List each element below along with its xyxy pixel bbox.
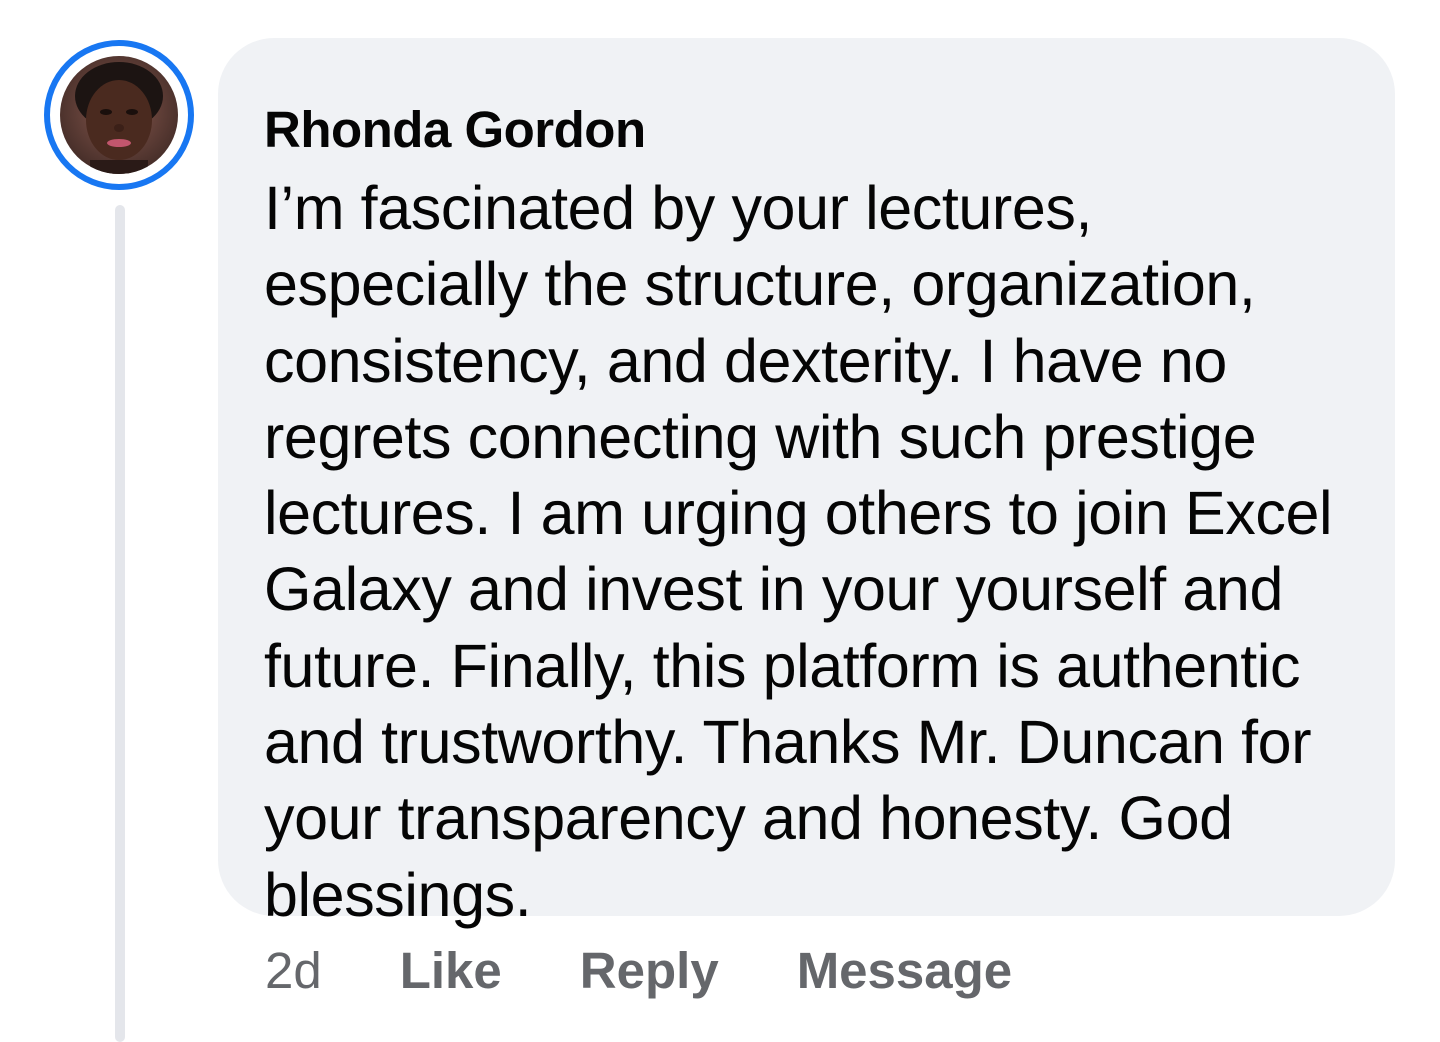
thread-line bbox=[115, 205, 125, 1042]
comment-text-line: blessings. bbox=[264, 860, 532, 929]
comment-timestamp[interactable]: 2d bbox=[265, 941, 322, 1000]
comment-text-line: future. Finally, this platform is authen… bbox=[264, 631, 1301, 700]
like-button[interactable]: Like bbox=[400, 941, 502, 1000]
message-button[interactable]: Message bbox=[797, 941, 1012, 1000]
comment-text: I’m fascinated by your lectures, especia… bbox=[264, 170, 1355, 933]
comment-text-line: your transparency and honesty. God bbox=[264, 784, 1233, 853]
comment-text-line: especially the structure, organization, bbox=[264, 250, 1256, 319]
comment-text-line: regrets connecting with such prestige bbox=[264, 402, 1257, 471]
author-name[interactable]: Rhonda Gordon bbox=[264, 100, 1355, 160]
comment-text-line: Galaxy and invest in your yourself and bbox=[264, 555, 1283, 624]
reply-button[interactable]: Reply bbox=[580, 941, 719, 1000]
comment-text-line: consistency, and dexterity. I have no bbox=[264, 326, 1227, 395]
avatar-photo bbox=[60, 56, 178, 174]
comment-text-line: lectures. I am urging others to join Exc… bbox=[264, 479, 1333, 548]
comment-text-line: I’m fascinated by your lectures, bbox=[264, 174, 1093, 242]
avatar[interactable] bbox=[44, 40, 194, 190]
comment-actions: 2d Like Reply Message bbox=[265, 940, 1012, 1000]
comment-bubble: Rhonda Gordon I’m fascinated by your lec… bbox=[218, 38, 1395, 929]
comment-text-line: and trustworthy. Thanks Mr. Duncan for bbox=[264, 708, 1312, 777]
